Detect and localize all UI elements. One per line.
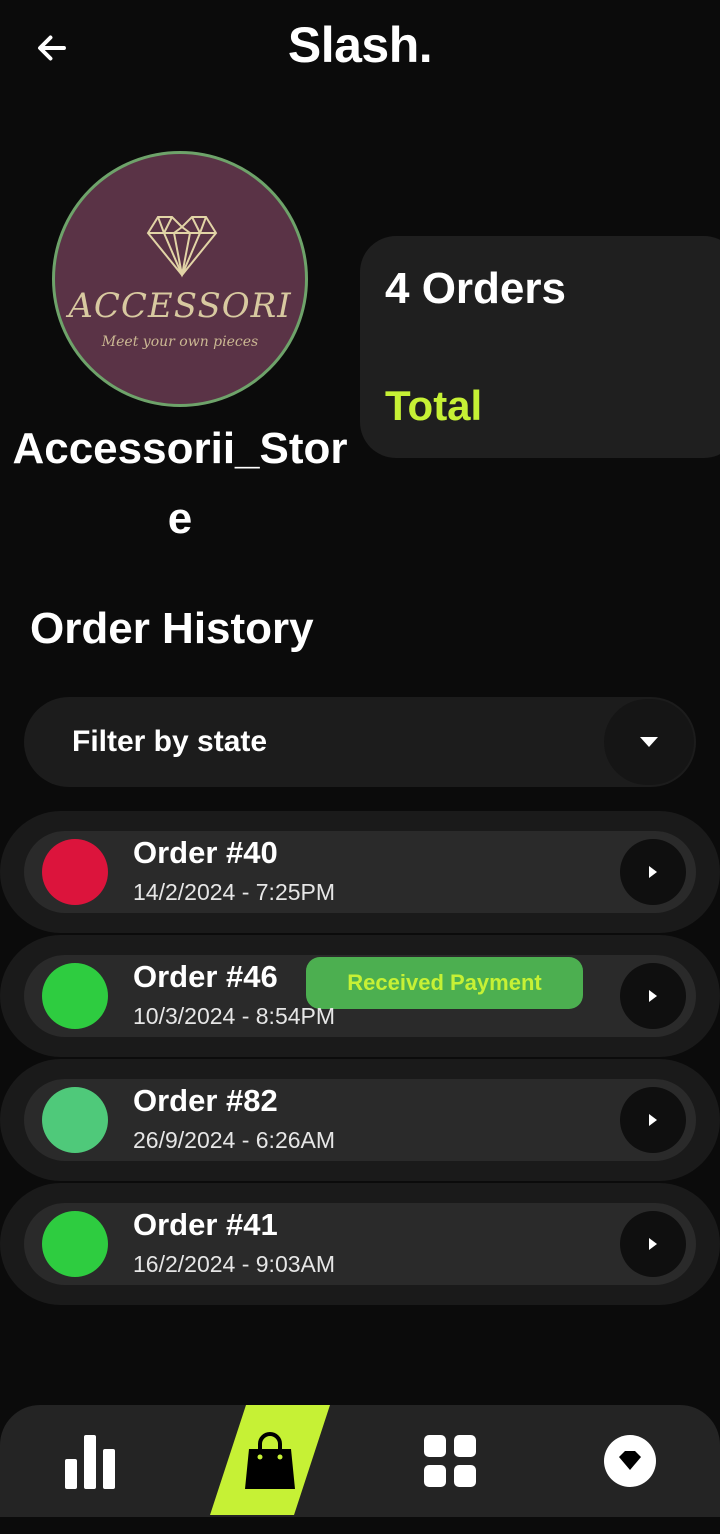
order-date: 14/2/2024 - 7:25PM	[133, 879, 336, 905]
order-date: 26/9/2024 - 6:26AM	[133, 1127, 336, 1153]
order-card[interactable]: Order #41 16/2/2024 - 9:03AM	[24, 1203, 696, 1285]
status-badge: Received Payment	[306, 957, 583, 1009]
filter-dropdown-button[interactable]	[604, 699, 694, 785]
status-indicator	[42, 1087, 108, 1153]
logo-brand-text: ACCESSORI	[68, 286, 292, 326]
store-name: Accessorii_Store	[12, 424, 348, 543]
order-card[interactable]: Order #40 14/2/2024 - 7:25PM	[24, 831, 696, 913]
status-indicator	[42, 963, 108, 1029]
order-number: Order #41	[133, 1207, 278, 1242]
order-date: 10/3/2024 - 8:54PM	[133, 1003, 336, 1029]
order-row[interactable]: Order #46 Received Payment 10/3/2024 - 8…	[0, 935, 720, 1057]
order-number: Order #46	[133, 959, 278, 994]
caret-down-icon	[640, 737, 658, 747]
order-number: Order #82	[133, 1083, 278, 1118]
heart-gem-icon	[146, 216, 218, 278]
order-number: Order #40	[133, 835, 278, 870]
order-date: 16/2/2024 - 9:03AM	[133, 1251, 336, 1277]
filter-label: Filter by state	[72, 725, 268, 758]
order-card[interactable]: Order #46 Received Payment 10/3/2024 - 8…	[24, 955, 696, 1037]
nav-orders[interactable]	[220, 1405, 320, 1517]
play-arrow-icon	[649, 1238, 657, 1250]
nav-analytics[interactable]	[40, 1405, 140, 1517]
status-indicator	[42, 1211, 108, 1277]
orders-summary-card: 4 Orders Total	[360, 236, 720, 458]
shopping-bag-icon	[245, 1432, 295, 1489]
bar-chart-icon	[65, 1435, 115, 1489]
filter-by-state-dropdown[interactable]: Filter by state	[24, 697, 696, 787]
grid-icon	[424, 1435, 476, 1487]
orders-count: 4 Orders	[385, 264, 566, 313]
nav-profile[interactable]	[580, 1405, 680, 1517]
nav-products[interactable]	[400, 1405, 500, 1517]
diamond-icon	[604, 1435, 656, 1487]
order-card[interactable]: Order #82 26/9/2024 - 6:26AM	[24, 1079, 696, 1161]
play-arrow-icon	[649, 990, 657, 1002]
system-gesture-area	[0, 1517, 720, 1534]
order-row[interactable]: Order #40 14/2/2024 - 7:25PM	[0, 811, 720, 933]
play-arrow-icon	[649, 866, 657, 878]
logo-tagline: Meet your own pieces	[101, 334, 259, 350]
bottom-navigation	[0, 1405, 720, 1534]
open-order-button[interactable]	[620, 963, 686, 1029]
section-title: Order History	[30, 604, 314, 653]
order-row[interactable]: Order #82 26/9/2024 - 6:26AM	[0, 1059, 720, 1181]
order-row[interactable]: Order #41 16/2/2024 - 9:03AM	[0, 1183, 720, 1305]
open-order-button[interactable]	[620, 1211, 686, 1277]
store-logo: ACCESSORI Meet your own pieces	[52, 151, 308, 407]
open-order-button[interactable]	[620, 839, 686, 905]
app-title: Slash.	[287, 17, 433, 73]
open-order-button[interactable]	[620, 1087, 686, 1153]
status-indicator	[42, 839, 108, 905]
play-arrow-icon	[649, 1114, 657, 1126]
orders-total-label: Total	[385, 382, 483, 429]
